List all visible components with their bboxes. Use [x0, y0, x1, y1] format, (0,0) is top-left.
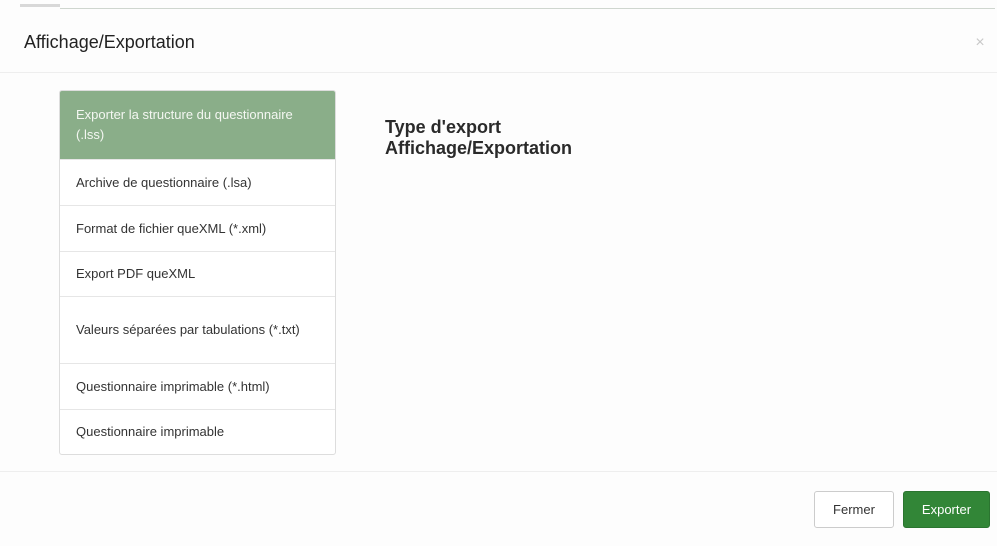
export-detail-heading: Type d'export Affichage/Exportation [385, 117, 572, 159]
export-type-label: Archive de questionnaire (.lsa) [76, 174, 252, 190]
export-type-subheading: Affichage/Exportation [385, 138, 573, 158]
export-modal: Affichage/Exportation × Exporter la stru… [0, 0, 997, 546]
export-type-label: Exporter la structure du questionnaire (… [76, 107, 293, 142]
export-type-quexml-pdf[interactable]: Export PDF queXML [60, 251, 335, 296]
modal-title: Affichage/Exportation [24, 32, 195, 52]
modal-footer: Fermer Exporter [0, 471, 997, 547]
export-type-heading: Type d'export [385, 117, 501, 137]
export-type-quexml[interactable]: Format de fichier queXML (*.xml) [60, 205, 335, 251]
modal-header: Affichage/Exportation × [0, 10, 997, 73]
export-button[interactable]: Exporter [903, 491, 990, 528]
background-divider [60, 8, 995, 9]
export-type-printable[interactable]: Questionnaire imprimable [60, 409, 335, 454]
close-button[interactable]: Fermer [814, 491, 894, 528]
export-type-tab-separated[interactable]: Valeurs séparées par tabulations (*.txt) [60, 296, 335, 363]
export-type-label: Export PDF queXML [76, 266, 196, 281]
export-type-list: Exporter la structure du questionnaire (… [59, 90, 336, 455]
export-type-label: Valeurs séparées par tabulations (*.txt) [76, 322, 300, 337]
close-icon[interactable]: × [971, 34, 989, 52]
export-type-label: Questionnaire imprimable (*.html) [76, 378, 270, 394]
export-type-lsa[interactable]: Archive de questionnaire (.lsa) [60, 159, 335, 205]
modal-body: Exporter la structure du questionnaire (… [0, 73, 997, 471]
export-type-label: Questionnaire imprimable [76, 424, 225, 439]
export-type-lss[interactable]: Exporter la structure du questionnaire (… [60, 91, 335, 159]
export-type-printable-html[interactable]: Questionnaire imprimable (*.html) [60, 363, 335, 409]
export-type-label: Format de fichier queXML (*.xml) [76, 220, 267, 236]
background-fragment [20, 4, 60, 7]
